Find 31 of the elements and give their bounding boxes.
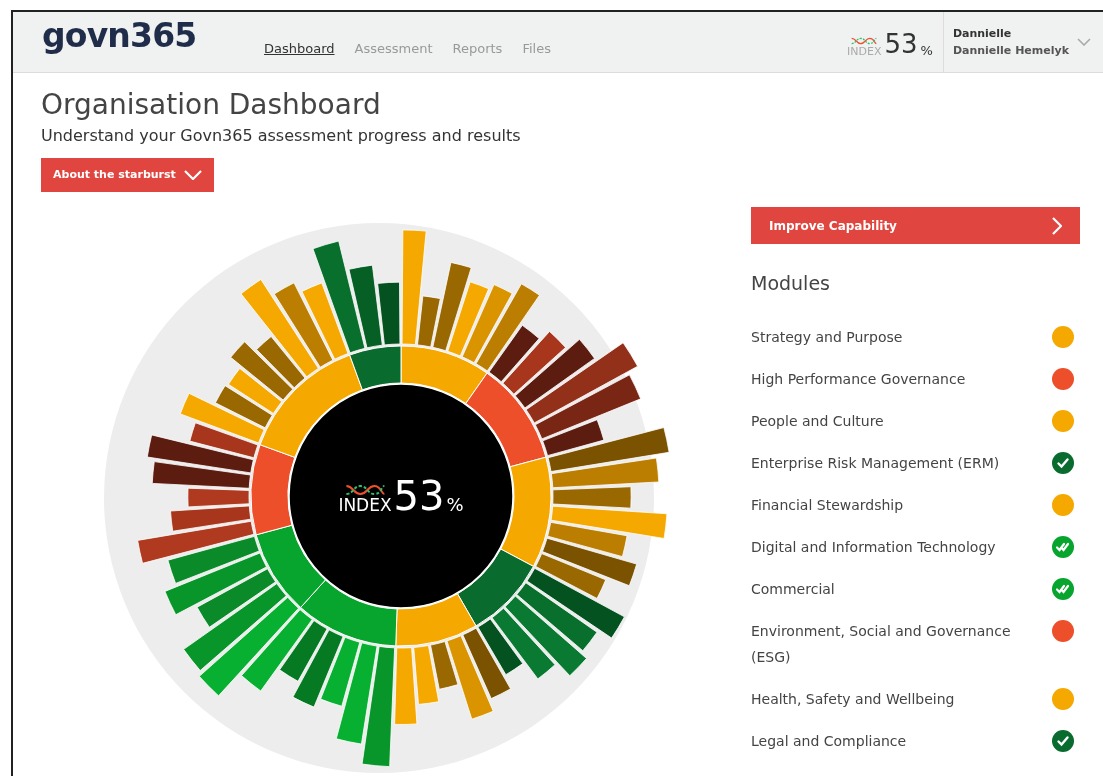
page-title: Organisation Dashboard bbox=[41, 87, 382, 122]
improve-capability-button[interactable]: Improve Capability bbox=[751, 207, 1080, 244]
page-subtitle: Understand your Govn365 assessment progress and results bbox=[41, 125, 522, 147]
module-name[interactable]: Digital and Information Technology bbox=[751, 533, 1036, 560]
chevron-down-icon bbox=[183, 170, 202, 180]
index-wave-icon bbox=[345, 483, 385, 497]
module-name[interactable]: Legal and Compliance bbox=[751, 727, 1036, 754]
index-unit: % bbox=[920, 44, 933, 57]
modules-heading: Modules bbox=[751, 271, 831, 296]
user-name: Dannielle bbox=[952, 28, 1013, 39]
index-wave-icon bbox=[851, 36, 878, 46]
module-name[interactable]: High Performance Governance bbox=[751, 365, 1036, 392]
index-value: 53 bbox=[884, 31, 918, 57]
index-label: INDEX bbox=[338, 497, 392, 514]
module-name[interactable]: Enterprise Risk Management (ERM) bbox=[751, 449, 1036, 476]
user-full-name: Dannielle Hemelyk bbox=[952, 45, 1069, 56]
about-starburst-button[interactable]: About the starburst bbox=[41, 158, 214, 192]
index-value: 53 bbox=[393, 476, 445, 516]
logo[interactable]: govn365 bbox=[42, 18, 264, 52]
module-name[interactable]: Commercial bbox=[751, 575, 1036, 602]
module-name[interactable]: Health, Safety and Wellbeing bbox=[751, 685, 1036, 712]
nav-link[interactable]: Dashboard bbox=[264, 39, 335, 59]
module-name[interactable]: Financial Stewardship bbox=[751, 491, 1036, 518]
module-name[interactable]: Environment, Social and Governance (ESG) bbox=[751, 617, 1036, 670]
module-name[interactable]: People and Culture bbox=[751, 407, 1036, 434]
module-name[interactable]: Strategy and Purpose bbox=[751, 323, 1036, 350]
user-menu[interactable]: Dannielle Dannielle Hemelyk bbox=[942, 12, 1103, 72]
chevron-right-icon bbox=[1052, 216, 1062, 235]
chevron-down-icon bbox=[1077, 38, 1091, 46]
index-label: INDEX bbox=[847, 46, 882, 57]
index-unit: % bbox=[446, 496, 464, 514]
